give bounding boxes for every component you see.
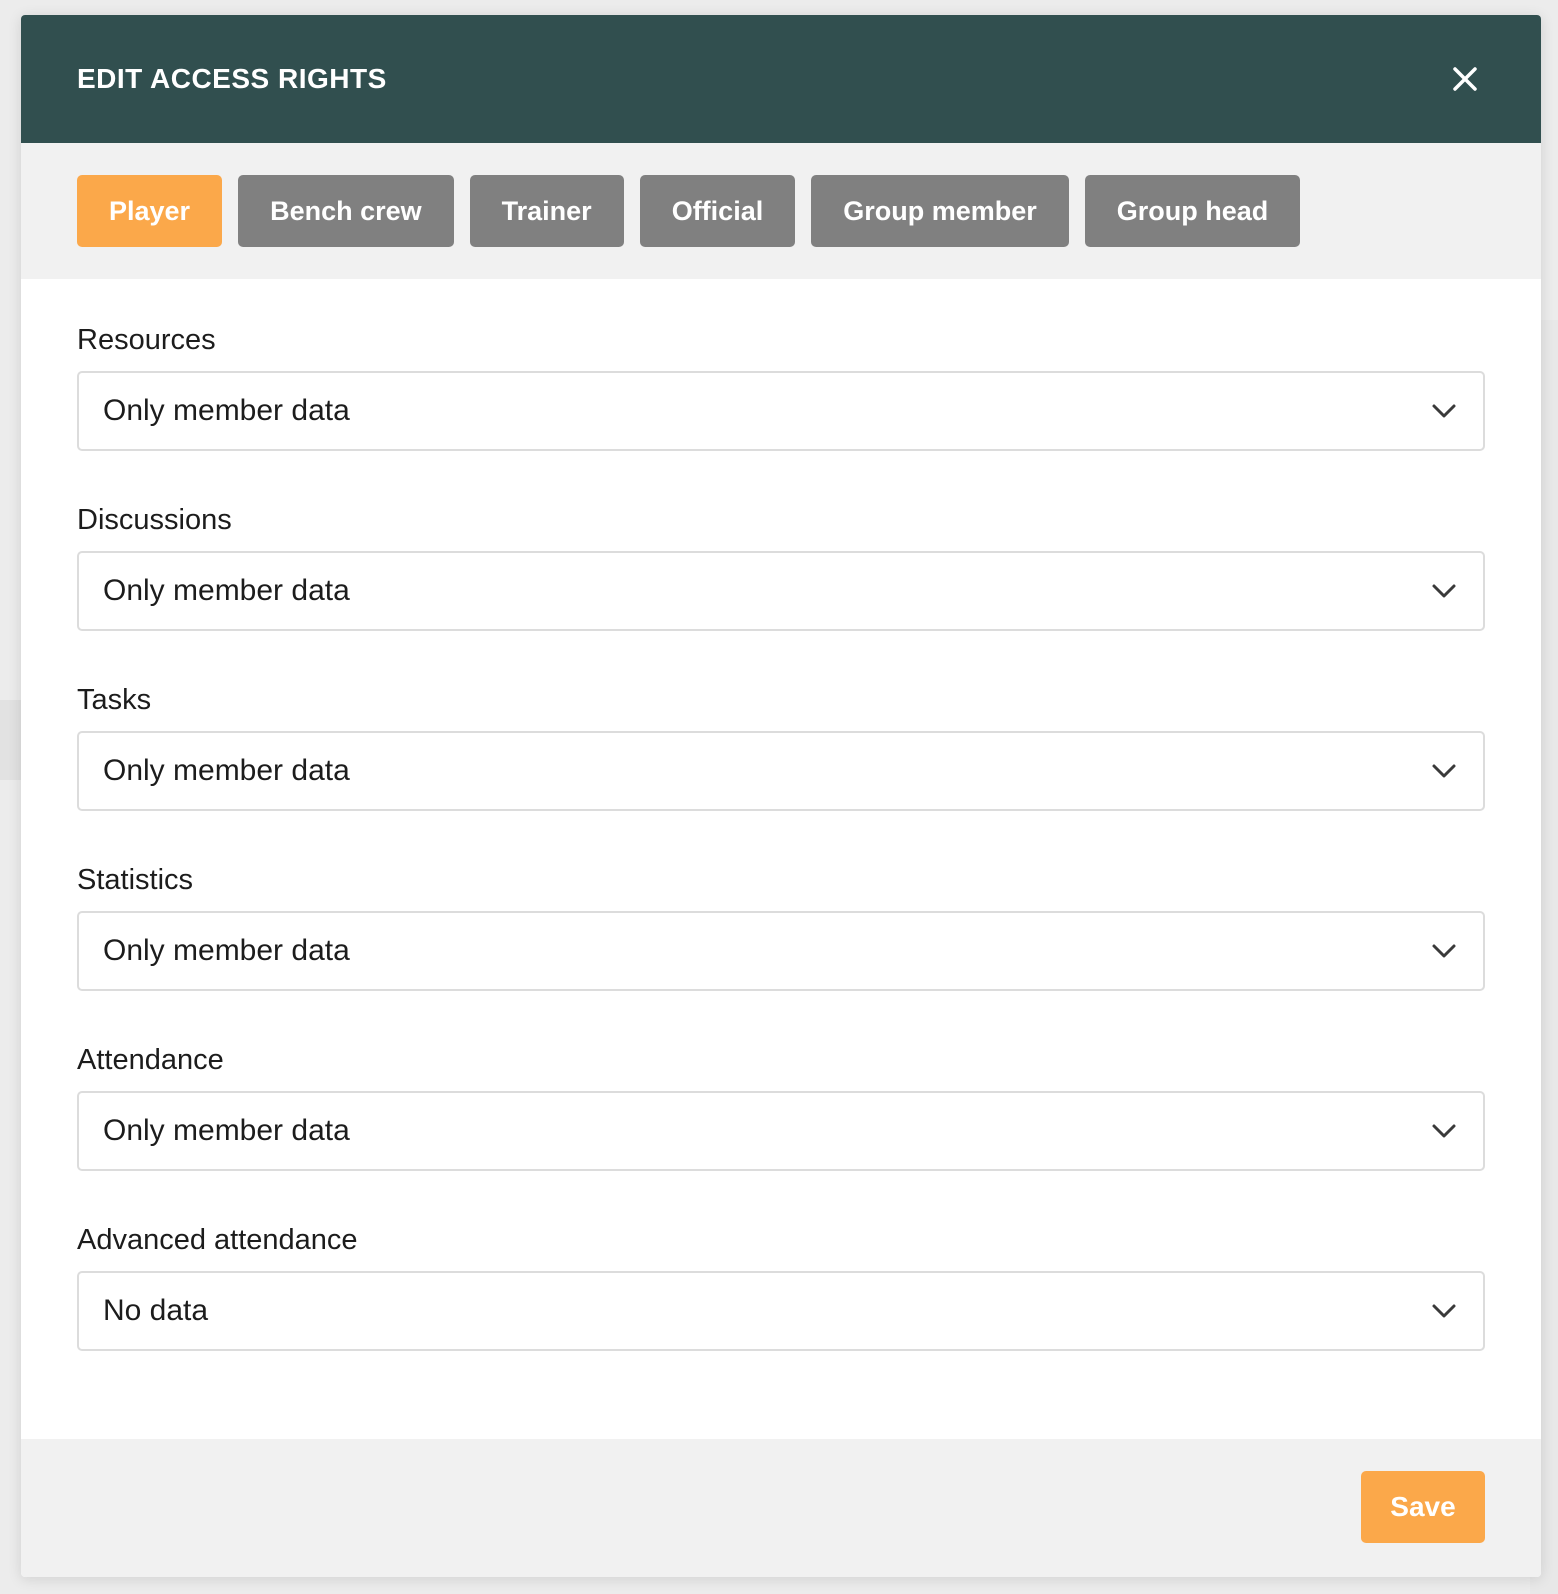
role-tab-list: Player Bench crew Trainer Official Group… xyxy=(77,175,1316,247)
field-label-attendance: Attendance xyxy=(77,1044,224,1076)
discussions-select[interactable]: Only member data xyxy=(77,551,1485,631)
tab-trainer[interactable]: Trainer xyxy=(469,175,624,247)
modal-title: EDIT ACCESS RIGHTS xyxy=(77,63,387,94)
edit-access-rights-modal: EDIT ACCESS RIGHTS Player Bench crew Tra… xyxy=(21,15,1541,1577)
statistics-select[interactable]: Only member data xyxy=(77,911,1485,991)
close-icon xyxy=(1453,67,1477,91)
field-label-tasks: Tasks xyxy=(77,684,152,716)
field-discussions: Discussions Only member data xyxy=(77,501,1485,631)
tab-player[interactable]: Player xyxy=(77,175,223,247)
tab-group-head[interactable]: Group head xyxy=(1084,175,1301,247)
role-tabs-bar: Player Bench crew Trainer Official Group… xyxy=(21,143,1541,279)
tasks-select-value: Only member data xyxy=(103,754,350,787)
chevron-down-icon xyxy=(1432,764,1456,778)
modal-footer: Save xyxy=(21,1439,1541,1577)
tab-group-member[interactable]: Group member xyxy=(811,175,1069,247)
modal-header: EDIT ACCESS RIGHTS xyxy=(21,15,1541,143)
chevron-down-icon xyxy=(1432,584,1456,598)
tab-official[interactable]: Official xyxy=(639,175,796,247)
resources-select-value: Only member data xyxy=(103,394,350,427)
field-resources: Resources Only member data xyxy=(77,321,1485,451)
field-label-statistics: Statistics xyxy=(77,864,194,896)
close-button[interactable] xyxy=(1443,57,1487,101)
tasks-select[interactable]: Only member data xyxy=(77,731,1485,811)
field-statistics: Statistics Only member data xyxy=(77,861,1485,991)
background-page-strip xyxy=(0,700,21,780)
field-label-discussions: Discussions xyxy=(77,504,232,536)
attendance-select[interactable]: Only member data xyxy=(77,1091,1485,1171)
field-advanced-attendance: Advanced attendance No data xyxy=(77,1221,1485,1351)
field-attendance: Attendance Only member data xyxy=(77,1041,1485,1171)
discussions-select-value: Only member data xyxy=(103,574,350,607)
save-button[interactable]: Save xyxy=(1361,1471,1485,1543)
chevron-down-icon xyxy=(1432,404,1456,418)
resources-select[interactable]: Only member data xyxy=(77,371,1485,451)
modal-body: Resources Only member data Discussions O… xyxy=(21,279,1541,1439)
tab-bench-crew[interactable]: Bench crew xyxy=(238,175,454,247)
advanced-attendance-select-value: No data xyxy=(103,1294,209,1327)
field-label-advanced-attendance: Advanced attendance xyxy=(77,1224,358,1256)
attendance-select-value: Only member data xyxy=(103,1114,350,1147)
field-tasks: Tasks Only member data xyxy=(77,681,1485,811)
statistics-select-value: Only member data xyxy=(103,934,350,967)
advanced-attendance-select[interactable]: No data xyxy=(77,1271,1485,1351)
field-label-resources: Resources xyxy=(77,324,216,356)
chevron-down-icon xyxy=(1432,1124,1456,1138)
chevron-down-icon xyxy=(1432,944,1456,958)
chevron-down-icon xyxy=(1432,1304,1456,1318)
